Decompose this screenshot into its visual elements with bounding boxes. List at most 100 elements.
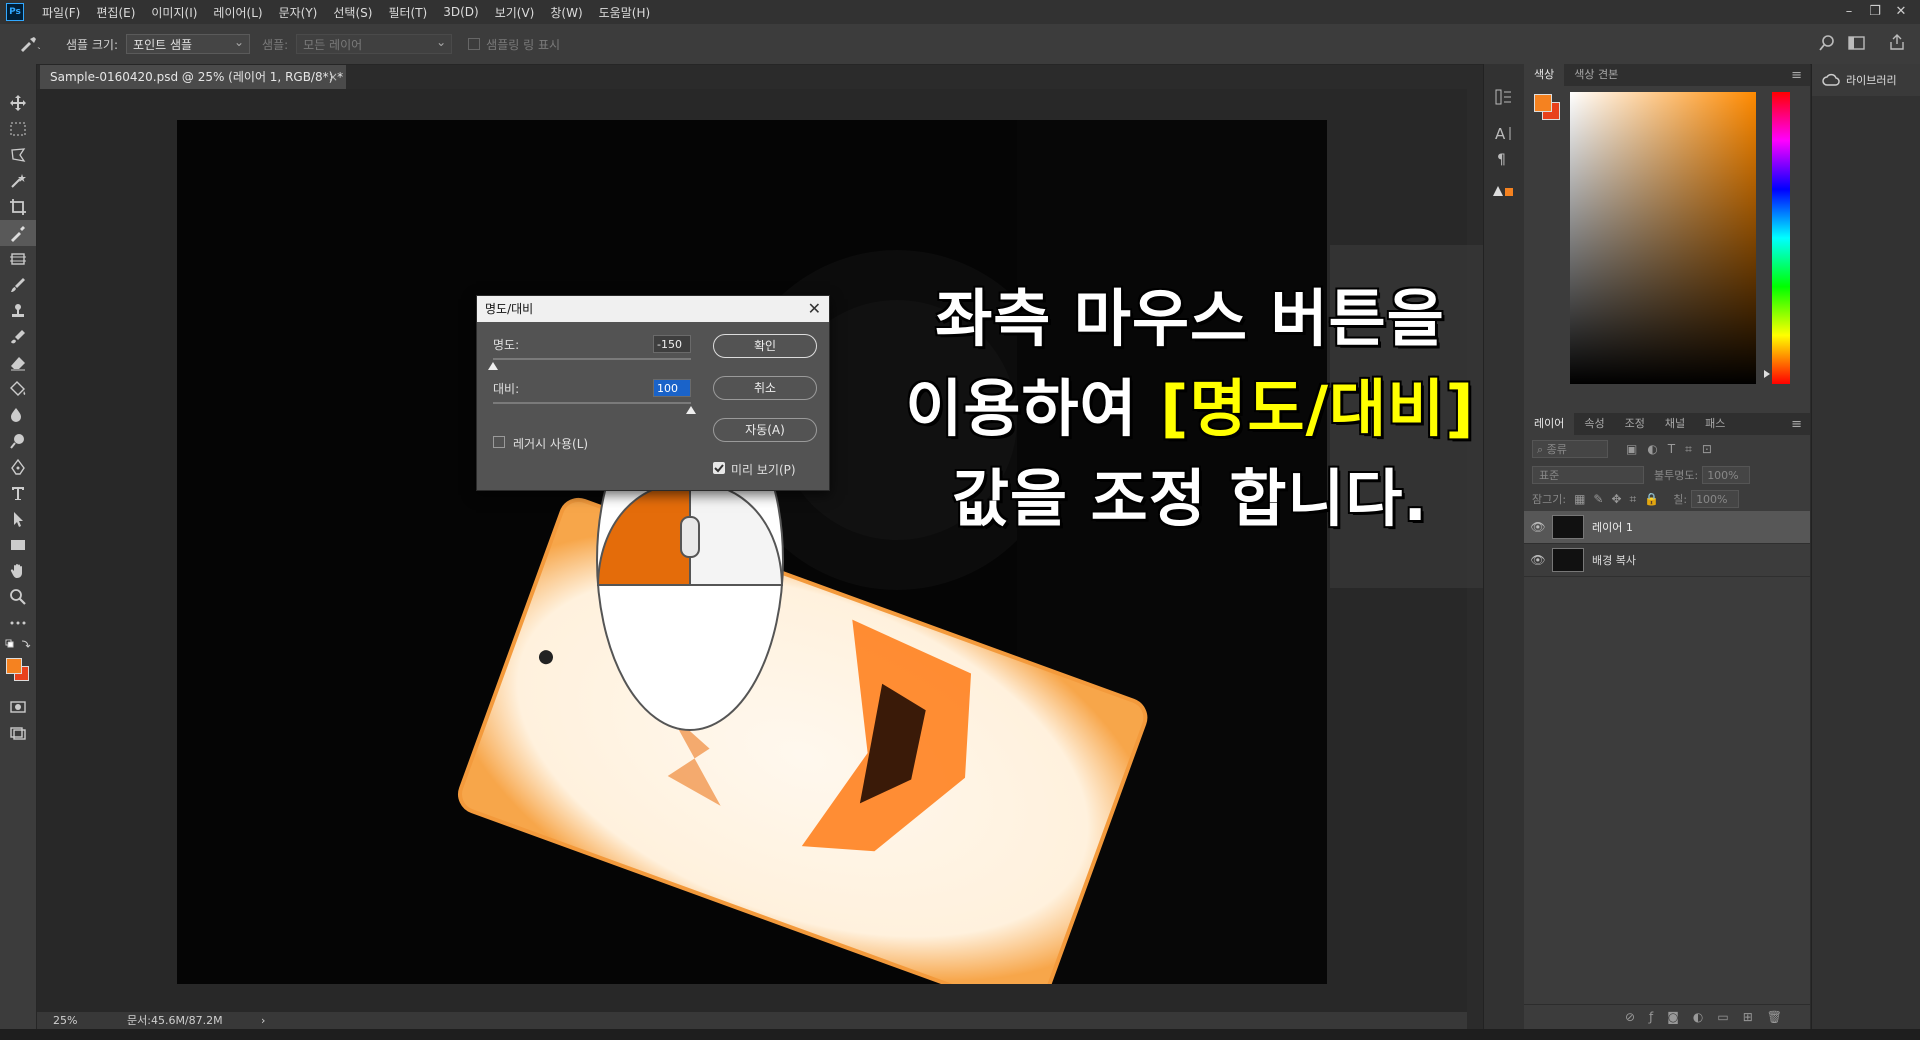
tab-swatches[interactable]: 색상 견본 (1564, 64, 1628, 86)
quick-mask-icon[interactable] (0, 694, 36, 720)
tab-adjustments[interactable]: 조정 (1615, 413, 1655, 435)
panel-color-swatches[interactable] (1534, 94, 1562, 122)
layers-panel-menu-icon[interactable]: ≡ (1791, 417, 1802, 432)
share-icon[interactable] (1888, 33, 1906, 54)
sample-size-select[interactable]: 포인트 샘플 (126, 32, 251, 54)
dodge-tool-icon[interactable] (0, 428, 36, 454)
color-panel-tabs: 색상 색상 견본 ≡ (1524, 64, 1810, 86)
panel-foreground-swatch[interactable] (1534, 94, 1552, 112)
blur-tool-icon[interactable] (0, 402, 36, 428)
close-window-button[interactable]: ✕ (1888, 0, 1914, 24)
type-tool-icon[interactable] (0, 480, 36, 506)
eyedropper-tool-icon[interactable] (0, 220, 36, 246)
hand-tool-icon[interactable] (0, 558, 36, 584)
auto-button[interactable]: 자동(A) (713, 418, 817, 442)
collapsed-panels-strip: A ¶ (1483, 64, 1524, 1029)
menu-image[interactable]: 이미지(I) (143, 4, 205, 21)
layers-footer-icons[interactable]: ⊘ƒ◙◐▭⊞🗑 (1524, 1004, 1810, 1029)
svg-text:A: A (1495, 125, 1506, 142)
minimize-button[interactable]: – (1836, 0, 1862, 24)
move-tool-icon[interactable] (0, 90, 36, 116)
screen-mode-icon[interactable] (0, 720, 36, 746)
tab-properties[interactable]: 속성 (1574, 413, 1614, 435)
contrast-slider-track[interactable] (493, 402, 691, 404)
status-menu-arrow[interactable]: › (261, 1012, 265, 1029)
menu-edit[interactable]: 편집(E) (88, 4, 143, 21)
menu-help[interactable]: 도움말(H) (591, 4, 659, 21)
brightness-value-field[interactable]: -150 (653, 335, 691, 353)
close-document-icon[interactable]: × (328, 65, 338, 89)
layer-row[interactable]: 👁 배경 복사 (1524, 544, 1810, 577)
document-tab[interactable]: Sample-0160420.psd @ 25% (레이어 1, RGB/8*)… (40, 65, 346, 89)
menu-filter[interactable]: 필터(T) (380, 4, 435, 21)
fill-field[interactable]: 100% (1691, 490, 1740, 508)
rectangle-tool-icon[interactable] (0, 532, 36, 558)
visibility-eye-icon[interactable]: 👁 (1524, 520, 1552, 534)
hue-slider[interactable] (1772, 92, 1790, 384)
legacy-checkbox[interactable] (493, 436, 505, 448)
libraries-button[interactable]: 라이브러리 (1812, 64, 1920, 96)
restore-button[interactable]: ❐ (1862, 0, 1888, 24)
visibility-eye-icon[interactable]: 👁 (1524, 553, 1552, 567)
tab-layers[interactable]: 레이어 (1524, 413, 1575, 435)
tab-channels[interactable]: 채널 (1655, 413, 1695, 435)
cancel-button[interactable]: 취소 (713, 376, 817, 400)
menu-type[interactable]: 문자(Y) (271, 4, 326, 21)
zoom-tool-icon[interactable] (0, 584, 36, 610)
layer-name[interactable]: 배경 복사 (1592, 552, 1636, 568)
brightness-slider-track[interactable] (493, 358, 691, 360)
menu-3d[interactable]: 3D(D) (435, 5, 486, 19)
zoom-level[interactable]: 25% (53, 1012, 77, 1029)
workspace-icon[interactable] (1848, 34, 1868, 55)
frame-tool-icon[interactable] (0, 246, 36, 272)
menu-select[interactable]: 선택(S) (325, 4, 380, 21)
tab-color[interactable]: 색상 (1524, 64, 1565, 86)
close-dialog-icon[interactable]: ✕ (808, 296, 821, 322)
magic-wand-tool-icon[interactable] (0, 168, 36, 194)
menu-layer[interactable]: 레이어(L) (205, 4, 270, 21)
color-field-picker[interactable] (1570, 92, 1756, 384)
opacity-field[interactable]: 100% (1702, 466, 1751, 484)
tab-paths[interactable]: 패스 (1695, 413, 1735, 435)
ok-button[interactable]: 확인 (713, 334, 817, 358)
eyedropper-tool-preset-icon[interactable]: ⌄ (18, 35, 40, 53)
menu-file[interactable]: 파일(F) (34, 4, 88, 21)
contrast-value-field[interactable]: 100 (653, 379, 691, 397)
show-sampling-ring-checkbox[interactable] (468, 38, 481, 50)
color-panel-menu-icon[interactable]: ≡ (1791, 68, 1802, 83)
layer-name[interactable]: 레이어 1 (1592, 519, 1633, 535)
fill-label: 칠: (1673, 493, 1688, 506)
paint-bucket-tool-icon[interactable] (0, 376, 36, 402)
marquee-tool-icon[interactable] (0, 116, 36, 142)
layer-filter-icons[interactable]: ▣◐T⌗⊡ (1626, 442, 1722, 457)
layer-row[interactable]: 👁 레이어 1 (1524, 511, 1810, 544)
swap-colors-icon[interactable] (0, 636, 36, 652)
right-panels: 색상 색상 견본 ≡ 레이어 속성 조정 채널 패스 ≡ ⌕ 종류 ▣◐T⌗⊡ … (1524, 64, 1810, 1029)
foreground-color-swatch[interactable] (6, 658, 22, 674)
color-swatches[interactable] (6, 658, 30, 684)
layer-kind-filter[interactable]: ⌕ 종류 (1532, 440, 1608, 458)
lasso-tool-icon[interactable] (0, 142, 36, 168)
stamp-tool-icon[interactable] (0, 298, 36, 324)
preview-checkbox[interactable] (713, 462, 725, 474)
contrast-slider-thumb[interactable] (686, 403, 696, 417)
search-icon[interactable] (1818, 34, 1836, 55)
history-panel-icon[interactable] (1494, 88, 1514, 109)
menu-view[interactable]: 보기(V) (487, 4, 543, 21)
hue-slider-marker[interactable] (1764, 370, 1770, 378)
brightness-slider-thumb[interactable] (488, 359, 498, 373)
menu-window[interactable]: 창(W) (542, 4, 590, 21)
crop-tool-icon[interactable] (0, 194, 36, 220)
character-panel-icon[interactable]: A (1494, 124, 1514, 145)
pen-tool-icon[interactable] (0, 454, 36, 480)
blend-mode-select[interactable]: 표준 (1532, 466, 1644, 484)
more-tools-icon[interactable] (0, 610, 36, 636)
path-selection-tool-icon[interactable] (0, 506, 36, 532)
brush-tool-icon[interactable] (0, 272, 36, 298)
sample-select[interactable]: 모든 레이어 (296, 32, 453, 54)
eraser-tool-icon[interactable] (0, 350, 36, 376)
lock-icons[interactable]: ▦✎✥⌗🔒 (1574, 492, 1667, 507)
history-brush-tool-icon[interactable] (0, 324, 36, 350)
dialog-title: 명도/대비 (485, 302, 534, 316)
paragraph-panel-icon[interactable]: ¶ (1494, 150, 1514, 171)
